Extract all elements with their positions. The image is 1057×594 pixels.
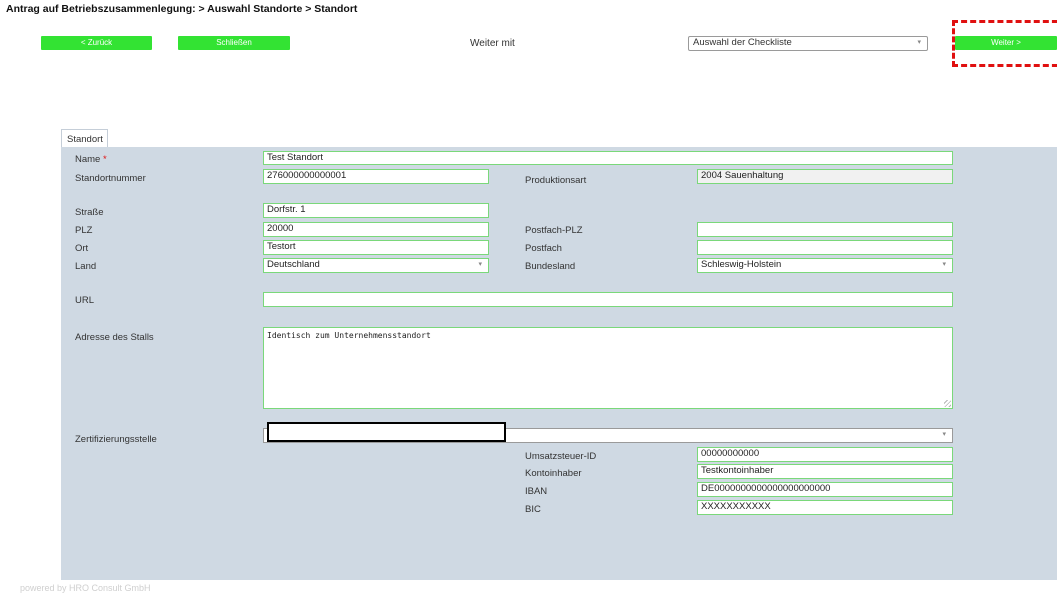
kontoinhaber-label: Kontoinhaber [525, 468, 582, 479]
name-label: Name * [75, 154, 107, 165]
plz-label: PLZ [75, 225, 93, 236]
weiter-mit-label: Weiter mit [470, 38, 515, 49]
iban-field[interactable]: DE0000000000000000000000 [697, 482, 953, 497]
url-label: URL [75, 295, 95, 306]
ort-field[interactable]: Testort [263, 240, 489, 255]
back-button[interactable]: < Zurück [41, 36, 152, 50]
bundesland-label: Bundesland [525, 261, 576, 272]
adresse-textarea[interactable]: Identisch zum Unternehmensstandort [263, 327, 953, 409]
zertifizierungsstelle-label: Zertifizierungsstelle [75, 434, 157, 445]
url-field[interactable] [263, 292, 953, 307]
bundesland-select[interactable]: Schleswig-Holstein ▾ [697, 258, 953, 273]
chevron-down-icon: ▾ [942, 261, 946, 268]
close-button[interactable]: Schließen [178, 36, 290, 50]
chevron-down-icon: ▾ [917, 39, 921, 46]
bic-label: BIC [525, 504, 541, 515]
ust-id-label: Umsatzsteuer-ID [525, 451, 597, 462]
standortnummer-field[interactable]: 276000000000001 [263, 169, 489, 184]
weiter-mit-select[interactable]: Auswahl der Checkliste ▾ [688, 36, 928, 51]
name-field[interactable]: Test Standort [263, 151, 953, 165]
land-select-value: Deutschland [267, 259, 320, 270]
ust-id-field[interactable]: 00000000000 [697, 447, 953, 462]
land-label: Land [75, 261, 97, 272]
postfach-plz-field[interactable] [697, 222, 953, 237]
bic-field[interactable]: XXXXXXXXXXX [697, 500, 953, 515]
strasse-label: Straße [75, 207, 104, 218]
standortnummer-label: Standortnummer [75, 173, 146, 184]
ort-label: Ort [75, 243, 89, 254]
postfach-label: Postfach [525, 243, 562, 254]
kontoinhaber-field[interactable]: Testkontoinhaber [697, 464, 953, 479]
highlight-box [952, 20, 1057, 67]
chevron-down-icon: ▾ [942, 431, 946, 438]
iban-label: IBAN [525, 486, 548, 497]
bundesland-select-value: Schleswig-Holstein [701, 259, 782, 270]
tab-standort[interactable]: Standort [61, 129, 108, 147]
footer-credit: powered by HRO Consult GmbH [20, 583, 151, 593]
chevron-down-icon: ▾ [478, 261, 482, 268]
produktionsart-label: Produktionsart [525, 175, 587, 186]
produktionsart-field[interactable]: 2004 Sauenhaltung [697, 169, 953, 184]
breadcrumb: Antrag auf Betriebszusammenlegung: > Aus… [6, 3, 358, 15]
land-select[interactable]: Deutschland ▾ [263, 258, 489, 273]
redaction-box [267, 422, 506, 442]
adresse-text: Identisch zum Unternehmensstandort [267, 331, 431, 340]
plz-field[interactable]: 20000 [263, 222, 489, 237]
adresse-label: Adresse des Stalls [75, 332, 154, 343]
resize-handle-icon[interactable] [944, 400, 951, 407]
required-marker: * [102, 154, 107, 165]
postfach-plz-label: Postfach-PLZ [525, 225, 583, 236]
weiter-mit-select-value: Auswahl der Checkliste [693, 37, 792, 48]
strasse-field[interactable]: Dorfstr. 1 [263, 203, 489, 218]
postfach-field[interactable] [697, 240, 953, 255]
